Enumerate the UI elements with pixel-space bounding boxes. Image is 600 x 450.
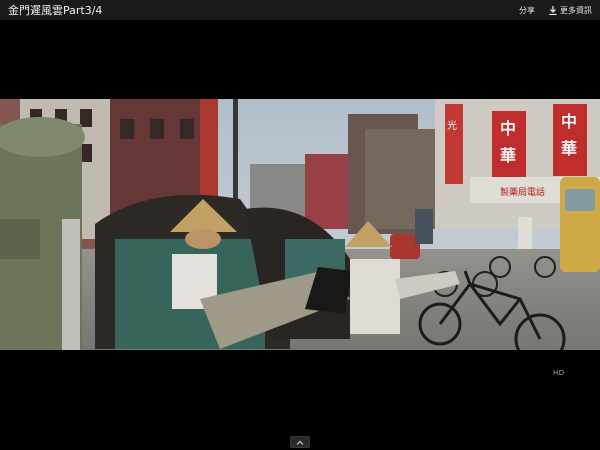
video-frame[interactable]: 中 華 中 華 光 製藥局電話 [0, 99, 600, 350]
more-info-button[interactable]: 更多資訊 [549, 5, 592, 16]
title-bar: 金門遲風雲Part3/4 分享 更多資訊 [0, 0, 600, 20]
video-still: 中 華 中 華 光 製藥局電話 [0, 99, 600, 350]
chevron-up-icon [296, 440, 304, 445]
title-actions: 分享 更多資訊 [519, 5, 592, 16]
hd-watermark: HD [553, 369, 565, 377]
more-info-label: 更多資訊 [560, 5, 592, 15]
video-title: 金門遲風雲Part3/4 [8, 4, 103, 17]
share-label: 分享 [519, 5, 535, 15]
download-arrow-icon [549, 5, 557, 15]
expand-button[interactable] [290, 436, 310, 448]
share-button[interactable]: 分享 [519, 5, 535, 16]
